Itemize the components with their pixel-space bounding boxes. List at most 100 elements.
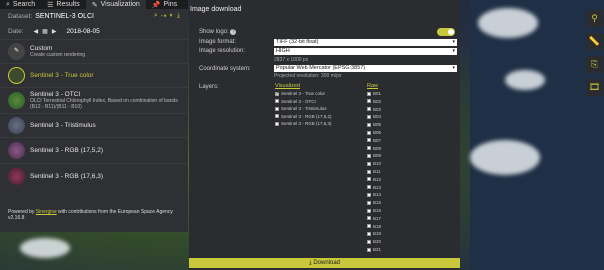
checkbox[interactable] (367, 185, 371, 190)
image-resolution-select[interactable]: HIGH ▾ (274, 48, 457, 55)
checkbox[interactable] (367, 192, 371, 197)
raw-band-checkbox[interactable]: B12 (367, 177, 381, 182)
checkbox[interactable] (367, 200, 371, 205)
checkbox[interactable] (367, 216, 371, 221)
checkbox[interactable] (367, 224, 371, 229)
tab-visualization[interactable]: ✎ Visualization (85, 0, 146, 9)
checkbox-label: B13 (373, 184, 382, 190)
visualized-header[interactable]: Visualized (275, 83, 300, 89)
checkbox-label: B06 (373, 130, 382, 135)
film-icon[interactable]: 🎞 (586, 79, 603, 96)
visualized-layer-checkbox[interactable]: Sentinel 3 - OTCI (275, 99, 316, 104)
raw-band-checkbox[interactable]: B01 (367, 91, 381, 96)
raw-band-checkbox[interactable]: B07 (367, 138, 381, 143)
next-date-icon[interactable]: ▶ (52, 28, 57, 35)
checkbox[interactable] (367, 161, 371, 166)
layer-name: Sentinel 3 - True color (30, 72, 94, 79)
raw-band-checkbox[interactable]: B14 (367, 192, 381, 197)
checkbox[interactable] (367, 153, 371, 158)
visualized-layer-checkbox[interactable]: Sentinel 3 - RGB (17,5,2) (275, 114, 332, 119)
raw-band-checkbox[interactable]: B04 (367, 114, 381, 119)
image-download-dialog: Image download Show logo: ? Image format… (189, 0, 460, 270)
sinergise-link[interactable]: Sinergise (36, 209, 57, 215)
checkbox[interactable] (367, 99, 371, 104)
left-panel: ⌕ Search ☰ Results ✎ Visualization 📌 Pins Da… (0, 0, 188, 232)
layer-item-rgb-1763[interactable]: Sentinel 3 - RGB (17,6,3) (0, 163, 188, 189)
ruler-icon[interactable]: 📏 (586, 33, 603, 50)
share-icon[interactable]: ⇢ (161, 12, 167, 20)
checkbox-label: B19 (373, 231, 382, 237)
checkbox[interactable] (275, 106, 279, 111)
raw-band-checkbox[interactable]: B15 (367, 200, 381, 205)
layer-thumbnail (8, 142, 25, 159)
raw-band-checkbox[interactable]: B03 (367, 107, 381, 112)
raw-band-checkbox[interactable]: B20 (367, 239, 381, 244)
help-icon[interactable]: ? (230, 29, 237, 35)
checkbox[interactable] (367, 130, 371, 135)
layer-item-otci[interactable]: Sentinel 3 - OTCI OLCI Terrestrial Chloro… (0, 87, 188, 113)
coordinate-system-select[interactable]: Popular Web Mercator (EPSG:3857) ▾ (274, 65, 457, 72)
layer-thumbnail (8, 67, 25, 84)
checkbox[interactable] (275, 121, 279, 126)
checkbox[interactable] (367, 138, 371, 143)
checkbox[interactable] (367, 231, 371, 236)
checkbox[interactable] (367, 177, 371, 182)
checkbox[interactable] (367, 146, 371, 151)
checkbox[interactable] (367, 91, 371, 96)
brush-icon: ✎ (91, 1, 98, 9)
footer: Powered by Sinergise with contributions … (8, 209, 173, 221)
prev-date-icon[interactable]: ◀ (34, 28, 39, 35)
raw-band-checkbox[interactable]: B10 (367, 161, 381, 166)
layer-thumbnail (8, 92, 25, 109)
dialog-title: Image download (190, 6, 242, 13)
raw-band-checkbox[interactable]: B18 (367, 224, 381, 229)
tab-search[interactable]: ⌕ Search (0, 0, 41, 9)
dataset-value: SENTINEL-3 OLCI (35, 12, 94, 20)
checkbox[interactable] (275, 91, 280, 97)
checkbox[interactable] (275, 114, 279, 118)
raw-band-checkbox[interactable]: B21 (367, 247, 381, 252)
image-format-select[interactable]: TIFF (32-bit float) ▾ (274, 39, 457, 46)
raw-band-checkbox[interactable]: B05 (367, 122, 381, 127)
show-logo-toggle[interactable] (437, 28, 455, 36)
calendar-icon[interactable]: ▦ (42, 28, 48, 35)
download-file-icon[interactable]: ⎘ (586, 56, 603, 73)
checkbox[interactable] (367, 208, 371, 213)
download-icon[interactable]: ⤓ (177, 12, 180, 20)
raw-band-checkbox[interactable]: B02 (367, 99, 381, 104)
raw-band-checkbox[interactable]: B17 (367, 216, 381, 221)
checkbox-label: B07 (373, 137, 382, 143)
tab-results[interactable]: ☰ Results (41, 0, 86, 9)
visualized-layer-checkbox[interactable]: Sentinel 3 - True color (275, 91, 325, 97)
raw-band-checkbox[interactable]: B09 (367, 153, 381, 158)
visualized-layer-checkbox[interactable]: Sentinel 3 - RGB (17,6,3) (275, 121, 332, 126)
date-row: Date: ◀ ▦ ▶ 2018-08-05 (0, 23, 188, 39)
raw-band-checkbox[interactable]: B08 (367, 146, 381, 151)
zoom-icon[interactable]: ⌕ (154, 12, 158, 20)
raw-band-checkbox[interactable]: B16 (367, 208, 381, 213)
layer-thumbnail (8, 168, 25, 185)
layer-item-custom[interactable]: ✎ Custom Create custom rendering (0, 39, 188, 63)
pin-marker-icon[interactable]: ⚲ (586, 10, 603, 27)
raw-band-checkbox[interactable]: B11 (367, 169, 381, 174)
checkbox[interactable] (367, 114, 371, 119)
checkbox[interactable] (367, 247, 371, 252)
layer-item-rgb-1752[interactable]: Sentinel 3 - RGB (17,5,2) (0, 137, 188, 163)
layer-item-tristimulus[interactable]: Sentinel 3 - Tristimulus (0, 113, 188, 137)
checkbox[interactable] (367, 239, 371, 244)
checkbox[interactable] (275, 99, 279, 103)
visualized-layer-checkbox[interactable]: Sentinel 3 - Tristimulus (275, 106, 327, 111)
download-button[interactable]: ⤓ Download (189, 258, 460, 268)
raw-band-checkbox[interactable]: B06 (367, 130, 381, 135)
raw-band-checkbox[interactable]: B13 (367, 185, 381, 190)
date-value[interactable]: 2018-08-05 (66, 28, 99, 35)
layer-desc: Create custom rendering (30, 52, 86, 58)
checkbox[interactable] (367, 107, 371, 112)
checkbox[interactable] (367, 122, 371, 127)
raw-header[interactable]: Raw (367, 83, 378, 89)
checkbox[interactable] (367, 169, 371, 174)
layer-item-true-color[interactable]: Sentinel 3 - True color (0, 63, 188, 87)
compare-icon[interactable]: ◐ (170, 12, 174, 20)
tab-pins[interactable]: 📌 Pins (146, 0, 183, 9)
raw-band-checkbox[interactable]: B19 (367, 231, 381, 236)
